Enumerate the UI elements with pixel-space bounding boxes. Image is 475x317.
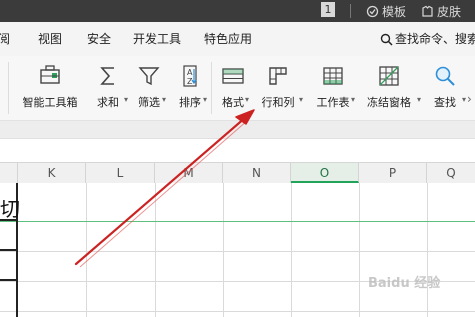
filter-button[interactable]: 筛选 — [132, 62, 166, 114]
table-cell[interactable] — [0, 221, 18, 251]
sort-button[interactable]: A Z 排序 — [172, 62, 208, 114]
worksheet-icon — [323, 67, 343, 85]
smart-toolbox-button[interactable]: 智能工具箱 — [18, 62, 82, 114]
rows-columns-label: 行和列 — [261, 96, 295, 109]
notification-badge[interactable]: 1 — [321, 2, 335, 17]
menu-item-special-features[interactable]: 特色应用 — [204, 22, 252, 56]
row-header-corner[interactable] — [0, 163, 18, 183]
svg-text:A: A — [187, 68, 193, 77]
grid-line — [223, 183, 224, 317]
sum-icon — [100, 67, 114, 85]
template-label: 模板 — [382, 4, 407, 19]
freeze-panes-label: 冻结窗格 — [367, 96, 411, 109]
rows-columns-dropdown-icon[interactable]: ▾ — [299, 95, 303, 104]
template-button[interactable]: 模板 — [366, 0, 406, 22]
column-header-row: K L M N O P Q — [0, 162, 475, 184]
grid-line — [86, 183, 87, 317]
table-cell[interactable] — [0, 251, 18, 281]
find-button[interactable]: 查找 — [428, 62, 462, 114]
title-bar-divider — [350, 4, 351, 18]
grid-line — [0, 251, 475, 252]
ribbon-divider — [8, 62, 9, 114]
menu-item-view[interactable]: 视图 — [38, 22, 62, 56]
worksheet-dropdown-icon[interactable]: ▾ — [351, 95, 355, 104]
find-dropdown-icon[interactable]: ▾ — [462, 95, 466, 104]
watermark: Baidu 经验 — [368, 276, 441, 291]
table-cell[interactable]: 切 — [0, 183, 20, 221]
skin-button[interactable]: 皮肤 — [421, 0, 461, 22]
sum-label: 求和 — [97, 96, 119, 109]
selected-row-line — [0, 221, 475, 222]
freeze-panes-dropdown-icon[interactable]: ▾ — [417, 95, 421, 104]
formula-bar-area — [0, 121, 475, 139]
freeze-panes-icon — [379, 66, 399, 86]
worksheet-label: 工作表 — [316, 96, 350, 109]
spreadsheet-grid[interactable]: 切 — [0, 183, 475, 317]
sort-az-icon: A Z — [183, 65, 197, 87]
find-label: 查找 — [434, 96, 456, 109]
format-button[interactable]: 格式 — [216, 62, 250, 114]
cell-text: 切 — [0, 197, 20, 221]
menu-item-developer-tools[interactable]: 开发工具 — [133, 22, 181, 56]
svg-text:Z: Z — [187, 77, 193, 86]
format-icon — [222, 68, 244, 84]
grid-line — [359, 183, 360, 317]
freeze-panes-button[interactable]: 冻结窗格 — [362, 62, 416, 114]
ribbon-more-icon[interactable]: › — [467, 92, 472, 106]
grid-line — [0, 311, 475, 312]
skin-icon — [422, 5, 433, 17]
sum-button[interactable]: 求和 — [90, 62, 126, 114]
grid-line — [291, 183, 292, 317]
template-icon — [366, 5, 379, 17]
grid-line — [155, 183, 156, 317]
filter-label: 筛选 — [138, 96, 160, 109]
command-search-label: 查找命令、搜索 — [395, 32, 475, 46]
column-header-o[interactable]: O — [291, 163, 359, 183]
find-icon — [435, 66, 455, 86]
menu-item-review[interactable]: 阅 — [0, 22, 10, 56]
ribbon-toolbar: 智能工具箱 求和 ▾ 筛选 ▾ A Z 排序 ▾ 格式 ▾ 行和列 ▾ 工作表 … — [0, 56, 475, 121]
toolbox-icon — [40, 65, 60, 84]
sum-dropdown-icon[interactable]: ▾ — [124, 95, 128, 104]
command-search[interactable]: 查找命令、搜索 — [380, 22, 475, 56]
grid-line — [427, 183, 428, 317]
title-bar: 1 模板 皮肤 — [0, 0, 475, 22]
filter-icon — [138, 67, 160, 86]
ribbon-divider — [211, 62, 212, 114]
column-header-k[interactable]: K — [18, 163, 86, 183]
skin-label: 皮肤 — [437, 4, 462, 19]
menu-bar: 阅 视图 安全 开发工具 特色应用 查找命令、搜索 — [0, 22, 475, 56]
filter-dropdown-icon[interactable]: ▾ — [162, 95, 166, 104]
rows-columns-button[interactable]: 行和列 — [256, 62, 300, 114]
spacer-area — [0, 139, 475, 162]
table-cell[interactable] — [0, 281, 18, 317]
format-dropdown-icon[interactable]: ▾ — [245, 95, 249, 104]
column-header-m[interactable]: M — [155, 163, 223, 183]
worksheet-button[interactable]: 工作表 — [310, 62, 356, 114]
column-header-n[interactable]: N — [223, 163, 291, 183]
sort-dropdown-icon[interactable]: ▾ — [203, 95, 207, 104]
column-header-p[interactable]: P — [359, 163, 427, 183]
menu-item-security[interactable]: 安全 — [87, 22, 111, 56]
column-header-q[interactable]: Q — [427, 163, 475, 183]
search-icon — [380, 33, 393, 46]
column-header-l[interactable]: L — [86, 163, 155, 183]
smart-toolbox-label: 智能工具箱 — [22, 96, 78, 109]
rows-columns-icon — [269, 67, 287, 85]
